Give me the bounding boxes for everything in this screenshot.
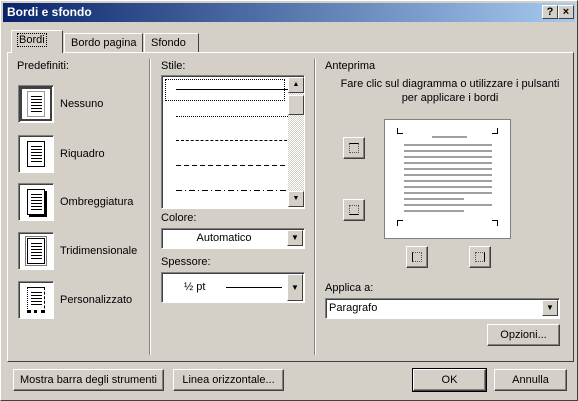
preset-none-icon[interactable]	[18, 85, 54, 123]
preset-shadow-icon[interactable]	[18, 183, 54, 221]
colore-value: Automatico	[196, 232, 252, 244]
scroll-up-button[interactable]: ▲	[288, 77, 304, 93]
spessore-line-sample	[226, 287, 282, 288]
line-style-dashed[interactable]	[176, 165, 292, 166]
line-style-list[interactable]: ▲ ▼	[161, 75, 305, 209]
annulla-button[interactable]: Annulla	[494, 369, 567, 391]
applica-dropdown-arrow[interactable]: ▼	[542, 300, 558, 316]
applica-heading: Applica a:	[325, 282, 374, 294]
border-right-button[interactable]	[469, 246, 491, 268]
scroll-thumb[interactable]	[288, 95, 304, 115]
spessore-dropdown-arrow[interactable]: ▼	[287, 274, 303, 301]
preset-custom-icon[interactable]	[18, 281, 54, 319]
border-preview-diagram[interactable]	[384, 119, 511, 239]
ok-button[interactable]: OK	[412, 368, 487, 392]
spessore-heading: Spessore:	[161, 256, 211, 268]
line-style-dotted[interactable]	[176, 116, 292, 117]
mostra-barra-button[interactable]: Mostra barra degli strumenti	[13, 369, 164, 391]
applica-value: Paragrafo	[329, 302, 378, 314]
applica-dropdown[interactable]: Paragrafo ▼	[325, 298, 560, 319]
opzioni-button[interactable]: Opzioni...	[487, 324, 560, 346]
preset-none-label[interactable]: Nessuno	[60, 98, 103, 110]
tab-sfondo[interactable]: Sfondo	[144, 33, 199, 53]
preset-box-icon[interactable]	[18, 135, 54, 173]
tab-bordo-pagina[interactable]: Bordo pagina	[64, 33, 143, 53]
border-left-button[interactable]	[406, 246, 428, 268]
border-top-button[interactable]	[343, 137, 365, 159]
tab-bordi-label: Bordi	[17, 33, 47, 47]
line-style-scrollbar[interactable]: ▲ ▼	[288, 77, 304, 207]
preset-custom-label[interactable]: Personalizzato	[60, 294, 132, 306]
spessore-value: ½ pt	[184, 281, 206, 293]
tab-sfondo-label: Sfondo	[151, 37, 186, 49]
preset-box-label[interactable]: Riquadro	[60, 148, 105, 160]
title-bar[interactable]: Bordi e sfondo ? ×	[3, 3, 575, 22]
divider-left	[149, 59, 151, 355]
window-title: Bordi e sfondo	[7, 5, 92, 19]
border-bottom-button[interactable]	[343, 199, 365, 221]
line-style-dashed-small[interactable]	[176, 140, 292, 141]
scroll-down-button[interactable]: ▼	[288, 191, 304, 207]
preset-3d-icon[interactable]	[18, 232, 54, 270]
spessore-dropdown[interactable]: ½ pt ▼	[161, 272, 305, 303]
borders-dialog: Bordi e sfondo ? × Bordi Bordo pagina Sf…	[0, 0, 578, 401]
anteprima-instruction: Fare clic sul diagramma o utilizzare i p…	[340, 78, 560, 104]
linea-orizzontale-button[interactable]: Linea orizzontale...	[173, 369, 284, 391]
preset-3d-label[interactable]: Tridimensionale	[60, 245, 137, 257]
anteprima-heading: Anteprima	[325, 60, 376, 72]
tab-bordi[interactable]: Bordi	[11, 30, 63, 53]
tab-bordo-pagina-label: Bordo pagina	[71, 37, 137, 49]
stile-heading: Stile:	[161, 60, 186, 72]
help-button[interactable]: ?	[542, 5, 558, 19]
predefiniti-heading: Predefiniti:	[17, 60, 69, 72]
preset-shadow-label[interactable]: Ombreggiatura	[60, 196, 133, 208]
line-style-solid[interactable]	[176, 89, 292, 90]
colore-dropdown-arrow[interactable]: ▼	[287, 230, 303, 246]
colore-dropdown[interactable]: Automatico ▼	[161, 228, 305, 249]
divider-right	[314, 59, 316, 355]
line-style-dash-dot[interactable]	[176, 190, 292, 191]
close-button[interactable]: ×	[558, 5, 574, 19]
colore-heading: Colore:	[161, 212, 197, 224]
